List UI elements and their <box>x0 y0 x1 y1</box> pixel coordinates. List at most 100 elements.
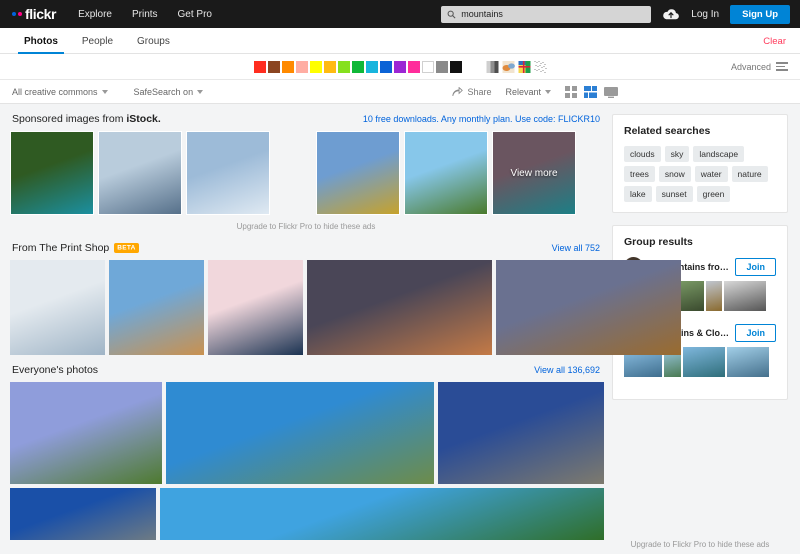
minimalist-icon[interactable] <box>534 60 547 73</box>
photo-foggy-blue-mountains[interactable] <box>98 131 182 215</box>
share-label: Share <box>467 87 492 97</box>
color-swatch-11[interactable] <box>407 60 420 73</box>
photo-aerial-forest-river[interactable] <box>10 131 94 215</box>
flickr-logo[interactable]: flickr <box>12 6 56 22</box>
color-filter-bar: Advanced <box>0 54 800 80</box>
photo-basalt-columns[interactable] <box>10 260 105 355</box>
related-searches-title: Related searches <box>624 125 711 137</box>
group-thumb-lake-snowpeaks-3[interactable] <box>683 347 725 377</box>
color-swatch-12[interactable] <box>421 60 434 73</box>
advanced-label: Advanced <box>730 61 771 72</box>
nav-link-prints[interactable]: Prints <box>132 9 158 20</box>
related-tag-lake[interactable]: lake <box>624 186 652 202</box>
sliders-icon <box>776 62 788 71</box>
nav-link-explore[interactable]: Explore <box>78 9 112 20</box>
printshop-photo-row <box>10 260 681 355</box>
share-button[interactable]: Share <box>452 87 491 97</box>
search-box[interactable] <box>441 5 652 23</box>
photo-misty-pines[interactable] <box>208 260 303 355</box>
related-tag-snow[interactable]: snow <box>658 166 691 182</box>
printshop-title: From The Print Shop BETA <box>12 242 139 254</box>
sort-dropdown[interactable]: Relevant <box>505 87 551 97</box>
photo-green-valley-firs[interactable] <box>404 131 488 215</box>
related-tag-landscape[interactable]: landscape <box>693 146 745 162</box>
logo-wordmark: flickr <box>25 6 57 22</box>
photo-autumn-peak-aspens[interactable] <box>316 131 400 215</box>
grid-small-icon[interactable] <box>565 86 577 98</box>
istock-promo-link[interactable]: 10 free downloads. Any monthly plan. Use… <box>363 114 600 124</box>
cloud-upload-icon[interactable] <box>662 8 680 21</box>
related-tag-sky[interactable]: sky <box>664 146 690 162</box>
group-thumb-rocky-summit-bw[interactable] <box>724 281 766 311</box>
related-tag-green[interactable]: green <box>696 186 731 202</box>
printshop-section-header: From The Print Shop BETA View all 752 <box>10 233 602 260</box>
tab-photos[interactable]: Photos <box>12 36 70 54</box>
nav-link-getpro[interactable]: Get Pro <box>178 9 212 20</box>
related-tag-clouds[interactable]: clouds <box>624 146 661 162</box>
join-group-button[interactable]: Join <box>735 323 776 342</box>
color-swatch-14[interactable] <box>449 60 462 73</box>
shallow-depth-icon[interactable] <box>502 60 515 73</box>
related-tag-trees[interactable]: trees <box>624 166 655 182</box>
group-thumb-golden-slope[interactable] <box>706 281 722 311</box>
related-tag-sunset[interactable]: sunset <box>655 186 693 202</box>
related-searches-card: Related searches clouds sky landscape trees… <box>612 114 788 213</box>
color-swatch-9[interactable] <box>379 60 392 73</box>
tab-groups[interactable]: Groups <box>125 36 182 53</box>
color-swatch-list <box>253 60 462 73</box>
color-swatch-10[interactable] <box>393 60 406 73</box>
photo-alpine-meadow-path[interactable] <box>10 382 162 484</box>
clear-filters-link[interactable]: Clear <box>763 36 786 47</box>
photo-green-hills-panorama[interactable] <box>160 488 604 540</box>
color-swatch-1[interactable] <box>267 60 280 73</box>
secondary-filter-bar: All creative commons SafeSearch on Share… <box>0 80 800 104</box>
safesearch-dropdown[interactable]: SafeSearch on <box>134 87 204 97</box>
advanced-filter-toggle[interactable]: Advanced <box>731 62 788 72</box>
photo-hiker-sky-panorama[interactable] <box>10 488 156 540</box>
color-swatch-4[interactable] <box>309 60 322 73</box>
license-filter-dropdown[interactable]: All creative commons <box>12 87 108 97</box>
filterbar-right-cluster: Share Relevant <box>452 80 618 104</box>
photo-lake-dock-sunrise[interactable]: View more <box>492 131 576 215</box>
color-swatch-6[interactable] <box>337 60 350 73</box>
everyone-view-all-link[interactable]: View all 136,692 <box>534 365 600 375</box>
search-input[interactable] <box>461 9 646 19</box>
slideshow-icon[interactable] <box>604 86 618 98</box>
photo-saguaro-cactus[interactable] <box>496 260 681 355</box>
photo-snowy-winter-pines[interactable] <box>186 131 270 215</box>
color-swatch-0[interactable] <box>253 60 266 73</box>
related-searches-chip-list: clouds sky landscape trees snow water nature la… <box>624 146 776 202</box>
tab-people[interactable]: People <box>70 36 125 53</box>
safesearch-label: SafeSearch on <box>133 86 194 97</box>
printshop-view-all-link[interactable]: View all 752 <box>552 243 600 253</box>
photo-hiker-on-cliff[interactable] <box>438 382 604 484</box>
group-thumb-lake-snowpeaks-4[interactable] <box>727 347 769 377</box>
color-swatch-8[interactable] <box>365 60 378 73</box>
view-more-overlay[interactable]: View more <box>493 132 575 214</box>
photo-tatra-panorama-flowers[interactable] <box>166 382 434 484</box>
beta-badge: BETA <box>114 243 139 254</box>
color-swatch-5[interactable] <box>323 60 336 73</box>
primary-nav-links: Explore Prints Get Pro <box>78 9 212 20</box>
group-results-title: Group results <box>624 236 693 248</box>
everyone-section-header: Everyone's photos View all 136,692 <box>10 355 602 382</box>
pattern-icon[interactable] <box>518 60 531 73</box>
signup-button[interactable]: Sign Up <box>730 4 790 24</box>
join-group-button[interactable]: Join <box>735 257 776 276</box>
color-swatch-2[interactable] <box>281 60 294 73</box>
related-tag-nature[interactable]: nature <box>731 166 768 182</box>
everyone-photo-row-0 <box>10 382 604 484</box>
login-link[interactable]: Log In <box>691 9 719 20</box>
blackandwhite-icon[interactable] <box>486 60 499 73</box>
related-tag-water[interactable]: water <box>694 166 728 182</box>
photo-coastal-sunset[interactable] <box>307 260 492 355</box>
color-swatch-3[interactable] <box>295 60 308 73</box>
grid-justified-icon[interactable] <box>584 86 597 98</box>
color-swatch-7[interactable] <box>351 60 364 73</box>
photo-sand-dunes[interactable] <box>109 260 204 355</box>
color-swatch-13[interactable] <box>435 60 448 73</box>
style-filter-list <box>486 60 547 73</box>
istock-title-prefix: Sponsored images from <box>12 113 127 125</box>
search-result-tabs: Photos People Groups Clear <box>0 28 800 54</box>
chevron-down-icon <box>101 89 108 94</box>
